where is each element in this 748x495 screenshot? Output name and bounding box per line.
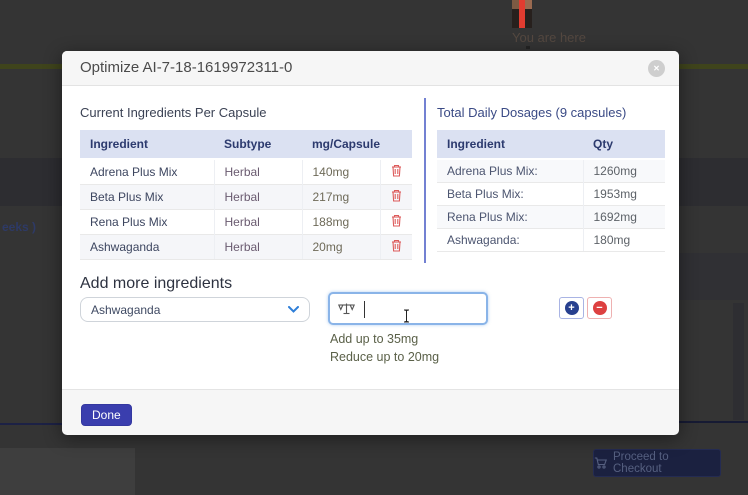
delete-ingredient-icon[interactable] bbox=[391, 214, 402, 227]
you-are-here-marker bbox=[526, 46, 530, 49]
section-divider bbox=[424, 98, 426, 263]
plus-circle-icon: + bbox=[565, 301, 579, 315]
delete-ingredient-icon[interactable] bbox=[391, 164, 402, 177]
reduce-amount-button[interactable]: − bbox=[587, 297, 612, 319]
column-header: Ingredient bbox=[80, 130, 214, 159]
proceed-to-checkout-button[interactable]: Proceed to Checkout bbox=[593, 449, 721, 477]
scales-icon bbox=[338, 302, 355, 315]
modal-body: Current Ingredients Per Capsule Total Da… bbox=[62, 85, 679, 389]
column-header: Qty bbox=[583, 130, 665, 159]
plus-glyph: + bbox=[568, 303, 574, 314]
logo-left-cap bbox=[512, 0, 519, 9]
qty-cell: 1692mg bbox=[583, 206, 665, 229]
table-row: Ashwaganda: 180mg bbox=[437, 229, 665, 252]
chevron-down-icon bbox=[288, 306, 299, 313]
amount-input[interactable] bbox=[360, 296, 484, 323]
you-are-here-label: You are here bbox=[494, 30, 604, 45]
done-button[interactable]: Done bbox=[81, 404, 132, 426]
table-row: Adrena Plus Mix: 1260mg bbox=[437, 159, 665, 183]
background-divider bbox=[676, 421, 748, 423]
hint-reduce-up-to: Reduce up to 20mg bbox=[330, 350, 439, 364]
mg-cell: 217mg bbox=[302, 185, 380, 210]
mg-cell: 140mg bbox=[302, 159, 380, 185]
delete-ingredient-icon[interactable] bbox=[391, 189, 402, 202]
table-row: Ashwaganda Herbal 20mg bbox=[80, 235, 412, 260]
mg-cell: 188mg bbox=[302, 210, 380, 235]
modal-header: Optimize AI-7-18-1619972311-0 ✕ bbox=[62, 51, 679, 86]
column-header-actions bbox=[380, 130, 412, 159]
delete-ingredient-icon[interactable] bbox=[391, 239, 402, 252]
qty-cell: 1953mg bbox=[583, 183, 665, 206]
mg-cell: 20mg bbox=[302, 235, 380, 260]
ibeam-cursor bbox=[402, 309, 411, 323]
background-panel bbox=[0, 448, 135, 495]
ingredient-select-value: Ashwaganda bbox=[91, 303, 160, 317]
subtype-cell: Herbal bbox=[214, 159, 302, 185]
table-row: Rena Plus Mix: 1692mg bbox=[437, 206, 665, 229]
daily-dosages-heading: Total Daily Dosages (9 capsules) bbox=[437, 105, 626, 120]
hint-add-up-to: Add up to 35mg bbox=[330, 332, 418, 346]
table-header-row: Ingredient Qty bbox=[437, 130, 665, 159]
background-weeks-text: eeks ) bbox=[2, 220, 36, 234]
ingredient-cell: Adrena Plus Mix: bbox=[437, 159, 583, 183]
minus-glyph: − bbox=[596, 303, 602, 314]
background-divider bbox=[0, 423, 62, 425]
table-header-row: Ingredient Subtype mg/Capsule bbox=[80, 130, 412, 159]
close-glyph: ✕ bbox=[653, 64, 660, 73]
subtype-cell: Herbal bbox=[214, 235, 302, 260]
table-row: Beta Plus Mix Herbal 217mg bbox=[80, 185, 412, 210]
table-row: Rena Plus Mix Herbal 188mg bbox=[80, 210, 412, 235]
logo-red-stripe bbox=[519, 0, 525, 28]
ingredient-cell: Rena Plus Mix bbox=[80, 210, 214, 235]
site-logo bbox=[512, 0, 532, 28]
qty-cell: 1260mg bbox=[583, 159, 665, 183]
logo-right-cap bbox=[525, 0, 532, 9]
cart-icon bbox=[594, 457, 607, 469]
subtype-cell: Herbal bbox=[214, 185, 302, 210]
background-column bbox=[733, 303, 744, 420]
ingredient-cell: Ashwaganda: bbox=[437, 229, 583, 252]
ingredient-cell: Beta Plus Mix: bbox=[437, 183, 583, 206]
table-row: Adrena Plus Mix Herbal 140mg bbox=[80, 159, 412, 185]
amount-input-wrapper bbox=[328, 292, 488, 325]
qty-cell: 180mg bbox=[583, 229, 665, 252]
text-caret bbox=[364, 301, 365, 318]
modal-footer: Done bbox=[62, 389, 679, 435]
column-header: Subtype bbox=[214, 130, 302, 159]
column-header: mg/Capsule bbox=[302, 130, 380, 159]
current-ingredients-table: Ingredient Subtype mg/Capsule Adrena Plu… bbox=[80, 130, 412, 260]
column-header: Ingredient bbox=[437, 130, 583, 159]
ingredient-cell: Adrena Plus Mix bbox=[80, 159, 214, 185]
minus-circle-icon: − bbox=[593, 301, 607, 315]
daily-dosages-table: Ingredient Qty Adrena Plus Mix: 1260mg B… bbox=[437, 130, 665, 252]
modal-title: Optimize AI-7-18-1619972311-0 bbox=[80, 51, 292, 85]
table-row: Beta Plus Mix: 1953mg bbox=[437, 183, 665, 206]
add-amount-button[interactable]: + bbox=[559, 297, 584, 319]
ingredient-select[interactable]: Ashwaganda bbox=[80, 297, 310, 322]
ingredient-cell: Rena Plus Mix: bbox=[437, 206, 583, 229]
optimize-modal: Optimize AI-7-18-1619972311-0 ✕ Current … bbox=[62, 51, 679, 434]
subtype-cell: Herbal bbox=[214, 210, 302, 235]
ingredient-cell: Beta Plus Mix bbox=[80, 185, 214, 210]
ingredient-cell: Ashwaganda bbox=[80, 235, 214, 260]
proceed-to-checkout-label: Proceed to Checkout bbox=[613, 451, 720, 475]
background-band bbox=[676, 253, 748, 300]
add-more-ingredients-heading: Add more ingredients bbox=[80, 275, 232, 293]
current-ingredients-heading: Current Ingredients Per Capsule bbox=[80, 105, 266, 120]
close-icon[interactable]: ✕ bbox=[648, 60, 665, 77]
